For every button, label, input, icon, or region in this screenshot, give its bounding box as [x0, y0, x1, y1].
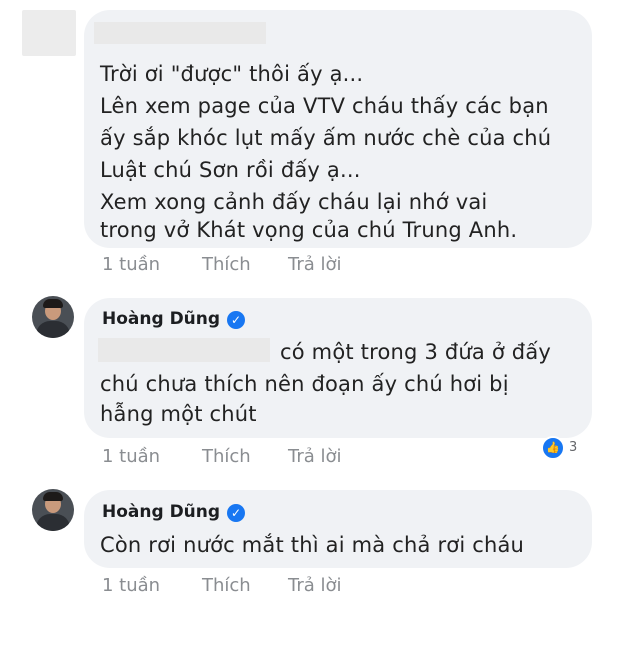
comment-text-2-line-2: chú chưa thích nên đoạn ấy chú hơi bị: [100, 372, 509, 396]
verified-badge-icon: ✓: [227, 504, 245, 522]
avatar-blurred[interactable]: [22, 10, 76, 56]
reaction-count[interactable]: 3: [569, 440, 577, 455]
timestamp[interactable]: 1 tuần: [102, 254, 160, 275]
comment-text-2-line-3: hẫng một chút: [100, 402, 257, 426]
mentioned-name-blurred[interactable]: [98, 338, 270, 362]
comment-text-1-line-4: Luật chú Sơn rồi đấy ạ...: [100, 158, 361, 182]
reply-link[interactable]: Trả lời: [288, 254, 342, 275]
commenter-name-blurred: [94, 22, 266, 44]
comment-text-2-line-1: có một trong 3 đứa ở đấy: [280, 340, 552, 364]
reply-link[interactable]: Trả lời: [288, 575, 342, 596]
comment-bubble-1: Trời ơi "được" thôi ấy ạ... Lên xem page…: [84, 10, 592, 248]
comment-text-1-line-3: ấy sắp khóc lụt mấy ấm nước chè của chú: [100, 126, 552, 150]
comment-text-3-line-1: Còn rơi nước mắt thì ai mà chả rơi cháu: [100, 533, 525, 557]
author-name[interactable]: Hoàng Dũng: [102, 309, 220, 329]
avatar[interactable]: [32, 489, 74, 531]
comment-text-1-line-2: Lên xem page của VTV cháu thấy các bạn: [100, 94, 549, 118]
comment-bubble-2: Hoàng Dũng ✓ có một trong 3 đứa ở đấy ch…: [84, 298, 592, 438]
reply-link[interactable]: Trả lời: [288, 446, 342, 467]
like-link[interactable]: Thích: [202, 575, 251, 596]
like-link[interactable]: Thích: [202, 446, 251, 467]
verified-badge-icon: ✓: [227, 311, 245, 329]
author-name[interactable]: Hoàng Dũng: [102, 502, 220, 522]
avatar[interactable]: [32, 296, 74, 338]
comment-text-1-line-6: trong vở Khát vọng của chú Trung Anh.: [100, 218, 518, 242]
like-reaction-icon[interactable]: 👍: [541, 436, 565, 460]
timestamp[interactable]: 1 tuần: [102, 575, 160, 596]
timestamp[interactable]: 1 tuần: [102, 446, 160, 467]
like-link[interactable]: Thích: [202, 254, 251, 275]
comment-text-1-line-1: Trời ơi "được" thôi ấy ạ...: [100, 62, 364, 86]
comment-bubble-3: Hoàng Dũng ✓ Còn rơi nước mắt thì ai mà …: [84, 490, 592, 568]
